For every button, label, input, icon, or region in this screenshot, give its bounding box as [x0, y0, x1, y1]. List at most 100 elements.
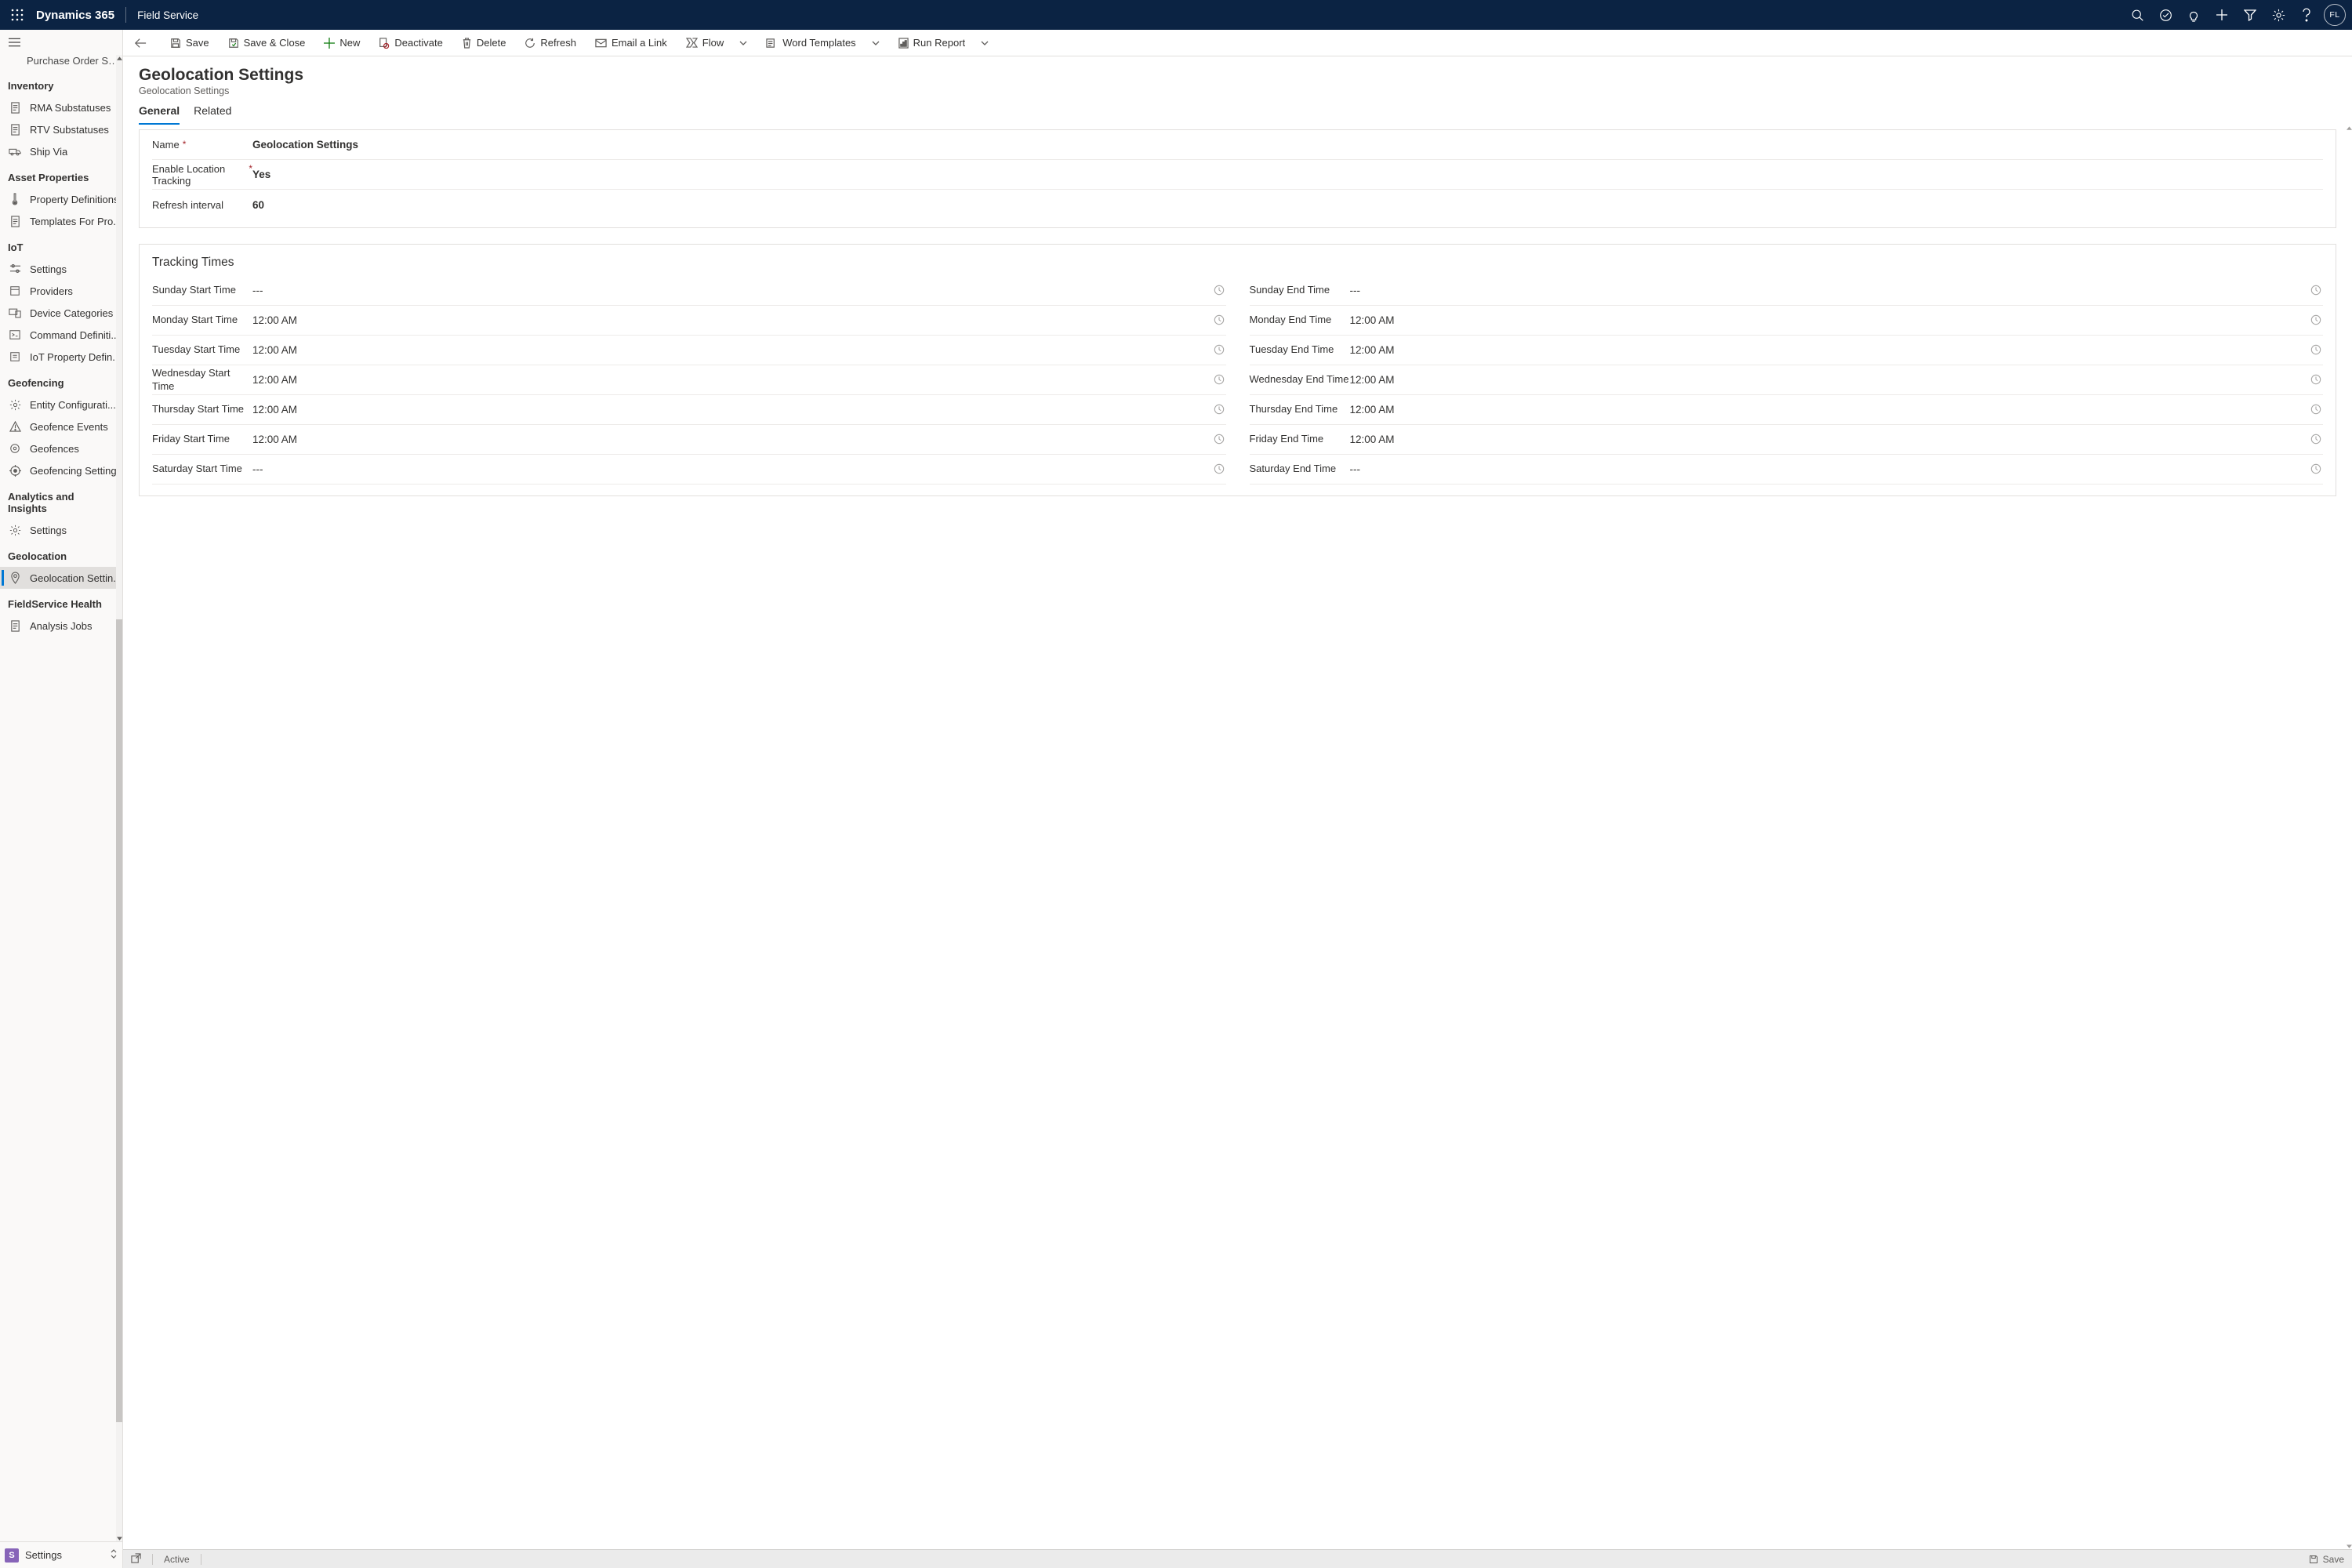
- sidebar-item[interactable]: RTV Substatuses: [0, 118, 122, 140]
- gear-icon: [8, 397, 22, 412]
- sliders-icon: [8, 262, 22, 276]
- sidebar-item[interactable]: Command Definiti...: [0, 324, 122, 346]
- back-button[interactable]: [129, 32, 151, 54]
- sidebar-scrollbar-thumb[interactable]: [116, 619, 122, 1422]
- delete-button[interactable]: Delete: [454, 32, 514, 54]
- required-indicator: *: [183, 139, 187, 150]
- time-field[interactable]: 12:00 AM: [252, 374, 1214, 386]
- email-icon: [595, 38, 607, 48]
- time-field[interactable]: 12:00 AM: [1350, 314, 2311, 326]
- scroll-up-arrow[interactable]: [116, 55, 122, 61]
- refresh-button[interactable]: Refresh: [517, 32, 584, 54]
- sidebar-item[interactable]: Geofence Events: [0, 416, 122, 437]
- save-button[interactable]: Save: [162, 32, 217, 54]
- word-templates-button[interactable]: Word Templates: [758, 32, 887, 54]
- funnel-icon: [2244, 9, 2256, 21]
- devices-icon: [8, 306, 22, 320]
- sidebar-item-label: Geolocation Settin...: [30, 572, 122, 584]
- sidebar-item-label: Entity Configurati...: [30, 399, 116, 411]
- clock-icon: [2310, 314, 2323, 327]
- area-switcher[interactable]: S Settings: [0, 1541, 122, 1568]
- scroll-up-arrow[interactable]: [2346, 125, 2352, 131]
- time-label: Friday End Time: [1250, 433, 1350, 445]
- sidebar-item[interactable]: Settings: [0, 519, 122, 541]
- sidebar-item[interactable]: Analysis Jobs: [0, 615, 122, 637]
- time-field[interactable]: 12:00 AM: [1350, 374, 2311, 386]
- app-name[interactable]: Field Service: [137, 9, 198, 21]
- sidebar-item[interactable]: Providers: [0, 280, 122, 302]
- sidebar-item-label: Settings: [30, 524, 67, 536]
- tab-related[interactable]: Related: [194, 104, 231, 125]
- sidebar-item-label: Geofence Events: [30, 421, 108, 433]
- sidebar-item-label: Providers: [30, 285, 73, 297]
- time-field[interactable]: 12:00 AM: [252, 344, 1214, 356]
- enable-tracking-field[interactable]: Yes: [252, 165, 2323, 183]
- sidebar-scrollbar[interactable]: [116, 55, 122, 1541]
- ship-icon: [8, 144, 22, 158]
- brand-name[interactable]: Dynamics 365: [31, 9, 114, 22]
- sidebar-item[interactable]: IoT Property Defin...: [0, 346, 122, 368]
- search-button[interactable]: [2123, 1, 2151, 29]
- nav-toggle[interactable]: [0, 30, 122, 55]
- time-field[interactable]: ---: [252, 463, 1214, 475]
- popout-button[interactable]: [131, 1553, 141, 1566]
- clock-icon: [2310, 285, 2323, 297]
- sidebar-item[interactable]: RMA Substatuses: [0, 96, 122, 118]
- sidebar-item[interactable]: Geofencing Settings: [0, 459, 122, 481]
- time-field[interactable]: 12:00 AM: [1350, 404, 2311, 416]
- sidebar-item[interactable]: Geolocation Settin...: [0, 567, 122, 589]
- geo-icon: [8, 571, 22, 585]
- time-field[interactable]: ---: [1350, 463, 2311, 475]
- scroll-down-arrow[interactable]: [116, 1535, 122, 1541]
- status-separator: [152, 1554, 153, 1565]
- sidebar-item[interactable]: Geofences: [0, 437, 122, 459]
- clock-icon: [2310, 374, 2323, 387]
- assistant-button[interactable]: [2180, 1, 2208, 29]
- sidebar-item[interactable]: Property Definitions: [0, 188, 122, 210]
- plus-icon: [324, 38, 335, 49]
- new-button[interactable]: New: [316, 32, 368, 54]
- sidebar-item-truncated[interactable]: Purchase Order Su...: [0, 55, 122, 71]
- time-field[interactable]: 12:00 AM: [252, 434, 1214, 445]
- filter-button[interactable]: [2236, 1, 2264, 29]
- refresh-interval-field[interactable]: 60: [252, 196, 2323, 214]
- record-state: Active: [164, 1554, 190, 1565]
- name-field[interactable]: Geolocation Settings: [252, 136, 2323, 154]
- main-scrollbar[interactable]: [2346, 125, 2352, 1549]
- enable-tracking-label: Enable Location Tracking: [152, 163, 245, 187]
- doc-icon: [8, 100, 22, 114]
- hamburger-icon: [9, 38, 20, 47]
- sidebar-item[interactable]: Device Categories: [0, 302, 122, 324]
- run-report-button[interactable]: Run Report: [891, 32, 996, 54]
- settings-button[interactable]: [2264, 1, 2292, 29]
- sidebar-item[interactable]: Templates For Pro...: [0, 210, 122, 232]
- flow-button[interactable]: Flow: [678, 32, 755, 54]
- page-title: Geolocation Settings: [139, 66, 2336, 85]
- time-label: Saturday Start Time: [152, 463, 252, 475]
- footer-save-button[interactable]: Save: [2309, 1554, 2344, 1565]
- scroll-down-arrow[interactable]: [2346, 1543, 2352, 1549]
- time-field[interactable]: 12:00 AM: [252, 404, 1214, 416]
- help-button[interactable]: [2292, 1, 2321, 29]
- deactivate-button[interactable]: Deactivate: [371, 32, 450, 54]
- time-field[interactable]: 12:00 AM: [1350, 434, 2311, 445]
- email-link-button[interactable]: Email a Link: [587, 32, 675, 54]
- time-field[interactable]: 12:00 AM: [252, 314, 1214, 326]
- sidebar-item[interactable]: Settings: [0, 258, 122, 280]
- gear-icon: [2272, 9, 2285, 22]
- app-launcher[interactable]: [3, 1, 31, 29]
- user-avatar[interactable]: FL: [2324, 4, 2346, 26]
- new-label: New: [339, 37, 360, 49]
- sidebar-item[interactable]: Ship Via: [0, 140, 122, 162]
- task-button[interactable]: [2151, 1, 2180, 29]
- time-field[interactable]: 12:00 AM: [1350, 344, 2311, 356]
- sidebar-item-label: RMA Substatuses: [30, 102, 111, 114]
- time-field[interactable]: ---: [1350, 285, 2311, 296]
- tab-general[interactable]: General: [139, 104, 180, 125]
- sidebar-item-label: IoT Property Defin...: [30, 351, 121, 363]
- sidebar-item[interactable]: Entity Configurati...: [0, 394, 122, 416]
- save-close-button[interactable]: Save & Close: [220, 32, 314, 54]
- area-name: Settings: [25, 1549, 110, 1561]
- add-button[interactable]: [2208, 1, 2236, 29]
- time-field[interactable]: ---: [252, 285, 1214, 296]
